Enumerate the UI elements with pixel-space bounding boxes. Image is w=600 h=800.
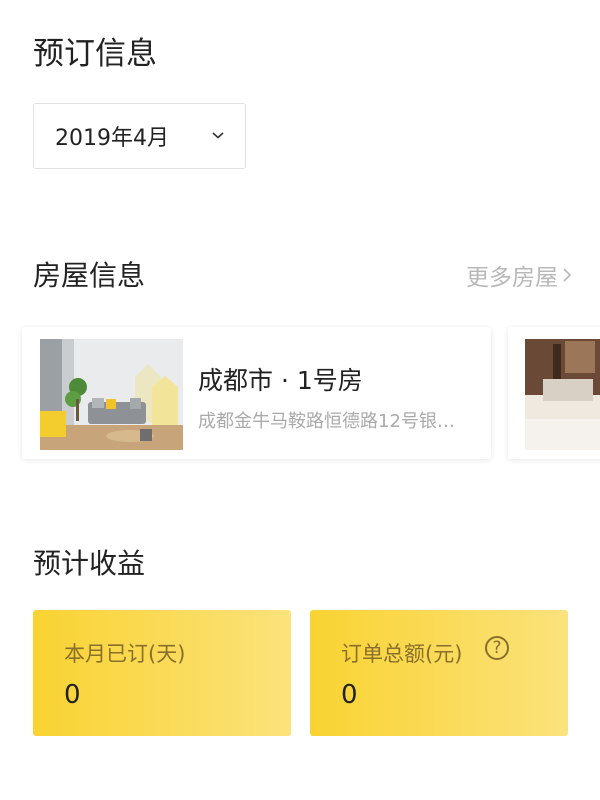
house-photo-next [525, 339, 600, 450]
house-card-next[interactable] [508, 327, 600, 459]
more-houses-link[interactable]: 更多房屋 [466, 258, 572, 292]
house-photo [40, 339, 183, 450]
stat-order-total-label: 订单总额(元) [341, 642, 463, 666]
month-select-value: 2019年4月 [55, 126, 169, 151]
month-select[interactable]: 2019年4月 [33, 103, 246, 169]
stat-booked-days-label: 本月已订(天) [64, 642, 186, 666]
house-name: 成都市 · 1号房 [198, 366, 363, 395]
earnings-title: 预计收益 [33, 547, 146, 580]
help-icon[interactable]: ? [485, 636, 509, 660]
house-carousel[interactable]: 成都市 · 1号房 成都金牛马鞍路恒德路12号银… [0, 325, 600, 465]
house-title: 房屋信息 [33, 259, 146, 292]
chevron-right-icon [563, 268, 572, 282]
stat-order-total: 订单总额(元) ? 0 [310, 610, 568, 736]
stat-order-total-value: 0 [341, 680, 358, 710]
house-address: 成都金牛马鞍路恒德路12号银… [198, 411, 455, 432]
more-houses-label: 更多房屋 [466, 265, 558, 291]
stat-booked-days-value: 0 [64, 680, 81, 710]
house-card[interactable]: 成都市 · 1号房 成都金牛马鞍路恒德路12号银… [22, 327, 491, 459]
stat-booked-days: 本月已订(天) 0 [33, 610, 291, 736]
chevron-down-icon [212, 132, 224, 139]
booking-title: 预订信息 [33, 36, 157, 72]
